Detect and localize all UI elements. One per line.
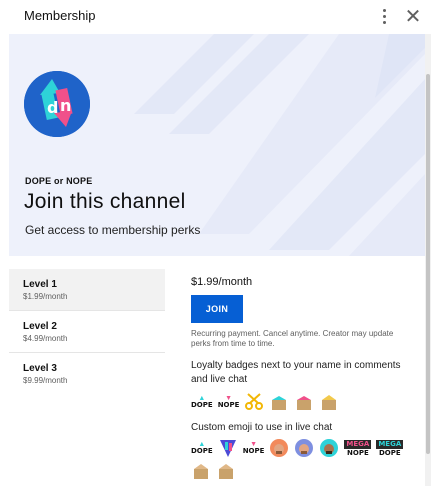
- level-1-item[interactable]: Level 1 $1.99/month: [9, 269, 165, 311]
- dn-logo-emoji-icon: [219, 440, 236, 457]
- level-price: $1.99/month: [23, 292, 68, 301]
- level-price: $4.99/month: [23, 334, 68, 343]
- close-icon[interactable]: ✕: [404, 6, 422, 26]
- selected-level-price: $1.99/month: [191, 276, 253, 288]
- dope-emoji-text: DOPE: [191, 447, 213, 455]
- dialog-title: Membership: [24, 8, 96, 23]
- box-cyan-icon: [272, 396, 287, 410]
- mega-dope-emoji: MEGA DOPE: [376, 439, 404, 457]
- mega-text: MEGA: [344, 439, 372, 449]
- custom-emoji-perk: Custom emoji to use in live chat: [191, 422, 333, 433]
- custom-emoji-row: ▲ DOPE ▼ NOPE MEGA NOPE MEGA DOPE: [191, 438, 417, 458]
- dialog-header: Membership ✕: [0, 0, 431, 34]
- nope-emoji: ▼ NOPE: [243, 441, 265, 455]
- channel-name: DOPE or NOPE: [25, 176, 93, 186]
- face-emoji-1-icon: [270, 439, 289, 457]
- mega-text: MEGA: [376, 439, 404, 449]
- dialog-scrollbar[interactable]: [425, 34, 431, 486]
- box-emoji-1-icon: [194, 464, 208, 479]
- scrollbar-thumb[interactable]: [426, 74, 430, 454]
- face-emoji-2-icon: [295, 439, 314, 457]
- level-name: Level 2: [23, 321, 57, 332]
- svg-text:d: d: [47, 98, 58, 117]
- recurring-payment-terms: Recurring payment. Cancel anytime. Creat…: [191, 329, 394, 348]
- membership-levels-list: Level 1 $1.99/month Level 2 $4.99/month …: [9, 269, 165, 395]
- mega-nope-emoji: MEGA NOPE: [344, 439, 372, 457]
- dope-badge-text: DOPE: [191, 401, 213, 409]
- level-2-item[interactable]: Level 2 $4.99/month: [9, 311, 165, 353]
- mega-nope-text: NOPE: [347, 448, 369, 457]
- join-button[interactable]: JOIN: [191, 295, 243, 323]
- box-emoji-2-icon: [219, 464, 233, 479]
- mega-dope-text: DOPE: [378, 448, 401, 457]
- nope-badge-text: NOPE: [217, 401, 240, 409]
- box-pink-icon: [297, 396, 312, 410]
- channel-logo-dn-icon: d n: [24, 71, 90, 137]
- svg-text:n: n: [60, 96, 71, 115]
- custom-emoji-row-2: [191, 461, 417, 481]
- level-name: Level 3: [23, 363, 57, 374]
- scissors-icon: [245, 393, 264, 410]
- box-gold-icon: [322, 395, 337, 410]
- membership-hero: d n DOPE or NOPE Join this channel Get a…: [9, 34, 425, 256]
- more-vert-icon[interactable]: [378, 6, 390, 26]
- dope-badge: ▲ DOPE: [191, 395, 213, 409]
- nope-emoji-text: NOPE: [242, 447, 265, 455]
- join-subheading: Get access to membership perks: [25, 223, 201, 237]
- level-name: Level 1: [23, 279, 57, 290]
- level-3-item[interactable]: Level 3 $9.99/month: [9, 353, 165, 395]
- face-emoji-3-icon: [320, 439, 339, 457]
- nope-badge: ▼ NOPE: [218, 395, 240, 409]
- join-heading: Join this channel: [24, 190, 186, 213]
- loyalty-badges-row: ▲ DOPE ▼ NOPE: [191, 391, 417, 413]
- loyalty-badges-perk: Loyalty badges next to your name in comm…: [191, 360, 401, 385]
- level-price: $9.99/month: [23, 376, 68, 385]
- dope-emoji: ▲ DOPE: [191, 441, 213, 455]
- level-detail-panel: $1.99/month JOIN Recurring payment. Canc…: [191, 276, 417, 481]
